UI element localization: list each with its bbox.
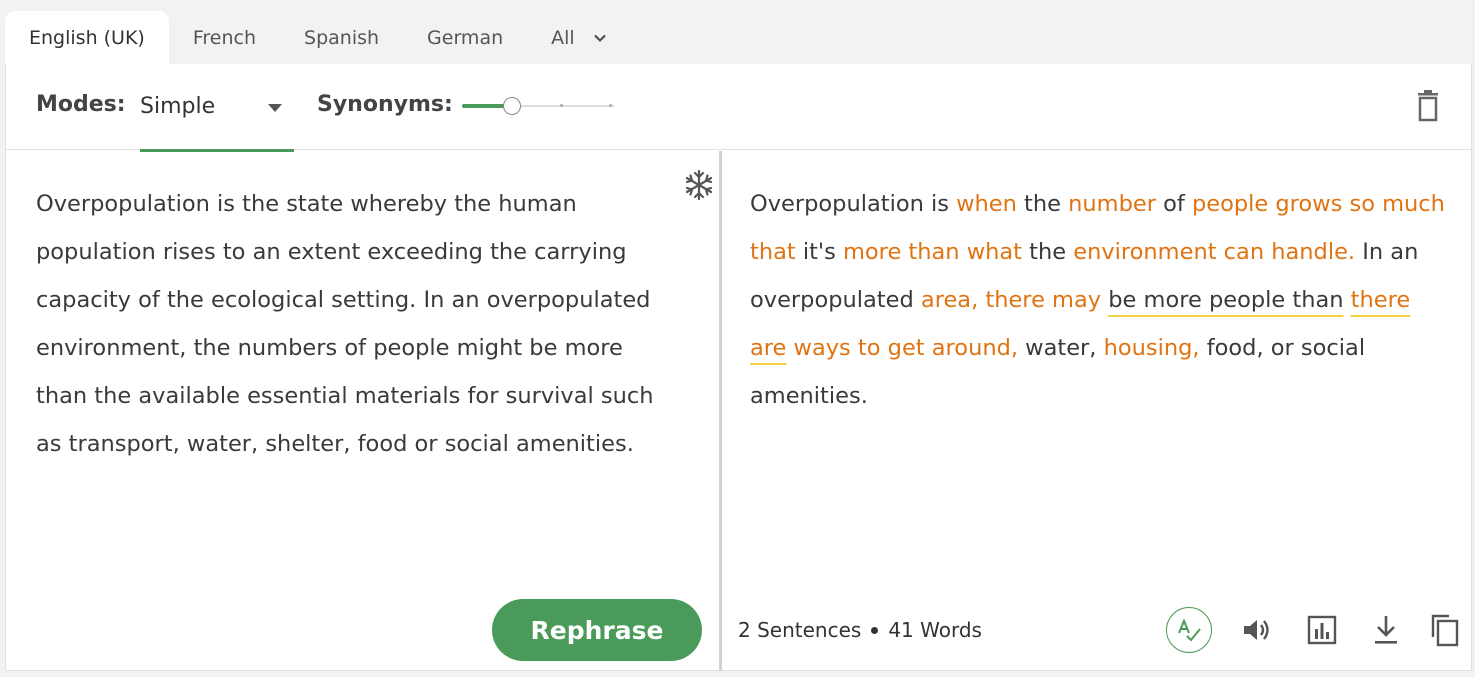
slider-tick [609,104,612,107]
output-segment: the [1016,191,1069,217]
spellcheck-icon [1178,618,1201,642]
rephrase-button[interactable]: Rephrase [492,599,702,661]
output-segment [1344,287,1351,313]
trash-icon[interactable] [1414,90,1442,122]
changed-phrase[interactable]: environment can handle. [1073,239,1355,265]
grammar-check-button[interactable] [1166,607,1212,653]
synonyms-slider[interactable] [462,94,614,118]
toolbar: Modes: Simple Synonyms: [6,64,1471,152]
download-icon [1375,616,1397,644]
changed-phrase[interactable]: number [1068,191,1156,217]
output-segment: water, [1018,335,1104,361]
caret-down-icon [268,104,282,112]
output-segment: Overpopulation is [750,191,957,217]
mode-select[interactable]: Simple [140,64,294,152]
paraphraser-card: Modes: Simple Synonyms: Overpopulation i… [5,64,1472,671]
modes-label: Modes: [36,92,126,117]
bar-chart-icon [1307,615,1337,645]
output-pane: Overpopulation is when the number of peo… [722,151,1473,671]
input-text[interactable]: Overpopulation is the state whereby the … [36,180,676,468]
freeze-icon[interactable] [682,168,716,202]
changed-phrase[interactable]: when [956,191,1017,217]
separator-dot [871,626,879,634]
synonyms-label: Synonyms: [317,92,453,117]
slider-knob[interactable] [503,97,522,115]
read-aloud-button[interactable] [1233,607,1279,653]
statistics-button[interactable] [1299,607,1345,653]
changed-phrase[interactable]: area, there may [921,287,1101,313]
output-segment [786,335,793,361]
rephrased-sentence-part[interactable]: be more people than [1108,287,1343,313]
sentence-count: 2 Sentences [738,618,862,642]
tab-french[interactable]: French [169,11,280,65]
output-text: Overpopulation is when the number of peo… [750,180,1450,420]
output-segment: the [1022,239,1074,265]
language-tabs: English (UK) French Spanish German All [5,11,631,65]
speaker-icon [1244,620,1269,640]
text-stats: 2 Sentences 41 Words [738,618,982,642]
chevron-down-icon [593,34,606,42]
copy-icon [1431,614,1459,647]
copy-button[interactable] [1422,607,1468,653]
output-segment: of [1155,191,1192,217]
mode-value: Simple [140,94,216,119]
changed-phrase[interactable]: housing, [1104,335,1200,361]
changed-phrase[interactable]: more than what [843,239,1022,265]
download-button[interactable] [1363,607,1409,653]
input-pane: Overpopulation is the state whereby the … [6,151,720,671]
tab-all-label: All [551,27,575,49]
word-count: 41 Words [888,618,982,642]
output-segment: it's [795,239,843,265]
changed-phrase[interactable]: ways to get around, [794,335,1018,361]
tab-spanish[interactable]: Spanish [280,11,403,65]
tab-all-languages[interactable]: All [527,11,631,65]
tab-english-uk[interactable]: English (UK) [5,11,169,65]
tab-german[interactable]: German [403,11,527,65]
slider-tick [560,104,563,107]
